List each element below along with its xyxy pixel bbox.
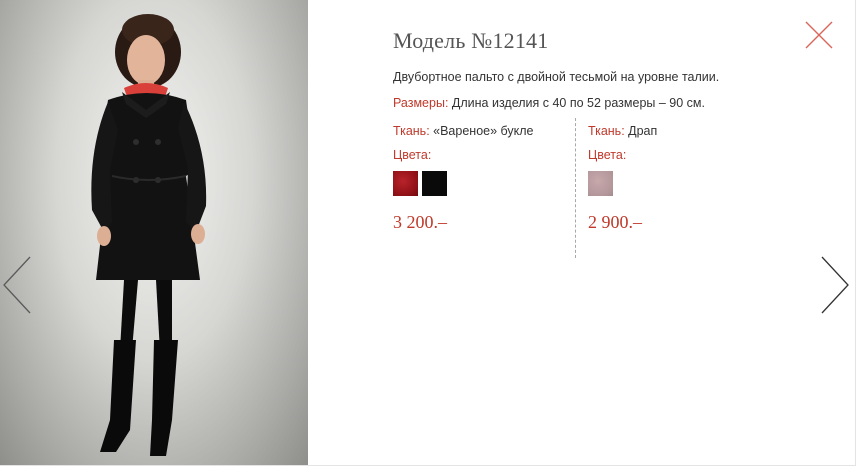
prev-arrow-button[interactable] (0, 254, 34, 316)
fabric-value: «Вареное» букле (429, 124, 534, 138)
variant-column-2: Ткань: Драп Цвета: 2 900.– (588, 124, 657, 233)
frame-border-bottom (0, 465, 856, 466)
colors-label: Цвета: (393, 148, 432, 162)
color-swatch-black[interactable] (422, 171, 447, 196)
close-button[interactable] (803, 20, 835, 50)
price: 3 200.– (393, 212, 447, 232)
product-description: Двубортное пальто с двойной тесьмой на у… (393, 70, 720, 84)
color-swatches (588, 171, 657, 196)
color-swatches (393, 171, 534, 196)
price: 2 900.– (588, 212, 642, 232)
sizes-label: Размеры: (393, 96, 449, 110)
product-sizes: Размеры: Длина изделия с 40 по 52 размер… (393, 96, 705, 110)
variant-column-1: Ткань: «Вареное» букле Цвета: 3 200.– (393, 124, 534, 233)
chevron-right-icon (821, 256, 849, 314)
color-swatch-burgundy[interactable] (393, 171, 418, 196)
chevron-left-icon (3, 256, 31, 314)
colors-label: Цвета: (588, 148, 627, 162)
close-icon (805, 21, 833, 49)
column-divider (575, 118, 576, 258)
next-arrow-button[interactable] (818, 254, 852, 316)
fabric-label: Ткань: (588, 124, 625, 138)
product-photo (0, 0, 308, 465)
product-title: Модель №12141 (393, 28, 549, 53)
fabric-info: Ткань: Драп (588, 124, 657, 138)
color-swatch-dusty-rose[interactable] (588, 171, 613, 196)
fabric-value: Драп (624, 124, 658, 138)
frame-border-right (855, 0, 856, 466)
fabric-label: Ткань: (393, 124, 430, 138)
model-figure (91, 14, 207, 456)
sizes-value: Длина изделия с 40 по 52 размеры – 90 см… (448, 96, 705, 110)
fabric-info: Ткань: «Вареное» букле (393, 124, 534, 138)
